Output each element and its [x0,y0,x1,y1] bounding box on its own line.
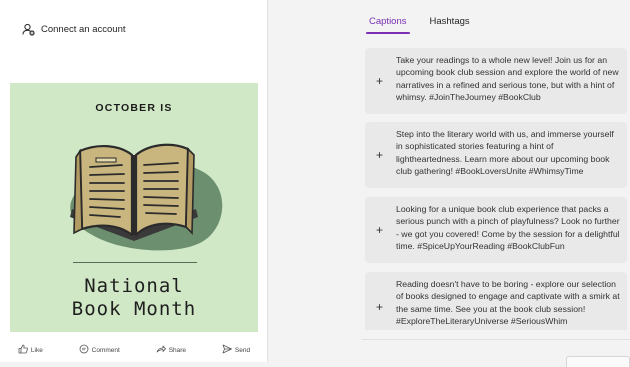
thumbs-up-icon [18,344,28,356]
caption-card[interactable]: + Step into the literary world with us, … [365,122,627,188]
share-arrow-icon [156,344,166,356]
add-icon[interactable]: + [376,301,383,313]
panel-divider [362,339,630,340]
share-button[interactable]: Share [156,344,186,356]
caption-text: Take your readings to a whole new level!… [396,55,619,102]
add-icon[interactable]: + [376,224,383,236]
caption-text: Reading doesn't have to be boring - expl… [396,279,620,326]
post-preview-card: Connect an account OCTOBER IS National B… [0,0,268,362]
post-headline-line1: National [84,275,184,297]
comment-icon [79,344,89,356]
caption-text: Step into the literary world with us, an… [396,129,614,176]
add-icon[interactable]: + [376,149,383,161]
comment-button[interactable]: Comment [79,344,120,356]
caption-text: Looking for a unique book club experienc… [396,204,620,251]
caption-card[interactable]: + Reading doesn't have to be boring - ex… [365,272,627,330]
connect-account-label: Connect an account [41,23,126,35]
comment-label: Comment [91,346,120,354]
divider-line [73,262,197,263]
tab-hashtags[interactable]: Hashtags [427,12,473,34]
like-label: Like [30,346,43,354]
caption-card[interactable]: + Take your readings to a whole new leve… [365,48,627,114]
add-icon[interactable]: + [376,75,383,87]
caption-card[interactable]: + Looking for a unique book club experie… [365,197,627,263]
post-action-bar: Like Comment Share Send [0,340,268,360]
connect-account-button[interactable]: Connect an account [22,20,126,38]
post-headline-line2: Book Month [71,298,197,320]
like-button[interactable]: Like [18,344,43,356]
send-button[interactable]: Send [222,344,250,356]
post-image: OCTOBER IS National Book Month [10,83,258,332]
add-person-icon [22,23,35,36]
tab-captions[interactable]: Captions [366,12,410,34]
captions-list: + Take your readings to a whole new leve… [365,48,627,330]
send-icon [222,344,232,356]
send-label: Send [234,346,251,354]
share-label: Share [168,346,187,354]
suggestion-tabs: Captions Hashtags [366,12,473,34]
